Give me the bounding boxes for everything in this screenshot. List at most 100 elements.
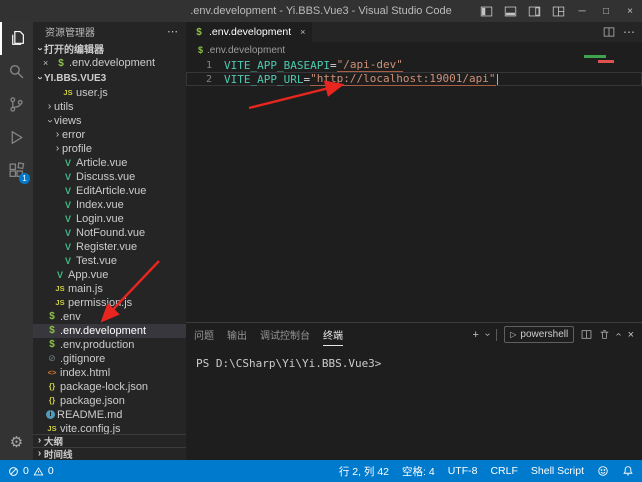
more-actions-icon[interactable]: ⋯ [620, 25, 638, 39]
split-terminal-icon[interactable] [581, 329, 592, 340]
run-debug-icon[interactable] [0, 121, 33, 154]
outline-section[interactable]: › 大纲 [33, 434, 186, 447]
tree-item-vite.config.js[interactable]: JSvite.config.js [33, 422, 186, 434]
tree-item-Register.vue[interactable]: VRegister.vue [33, 240, 186, 254]
maximize-panel-icon[interactable]: › [613, 333, 624, 336]
breadcrumb[interactable]: $ .env.development [186, 42, 642, 58]
tree-item-.env[interactable]: $.env [33, 310, 186, 324]
split-editor-icon[interactable] [600, 26, 618, 38]
overview-ruler-mark-green [584, 55, 606, 58]
kill-terminal-icon[interactable] [599, 329, 610, 340]
powershell-icon: ▷ [510, 330, 516, 339]
tree-item-error[interactable]: ›error [33, 128, 186, 142]
customize-layout-icon[interactable] [546, 0, 570, 22]
tree-item-.env.production[interactable]: $.env.production [33, 338, 186, 352]
tree-item-utils[interactable]: ›utils [33, 100, 186, 114]
shell-file-icon: $ [55, 58, 67, 69]
tree-item-Login.vue[interactable]: VLogin.vue [33, 212, 186, 226]
tree-item-user.js[interactable]: JSuser.js [33, 86, 186, 100]
tree-item-Discuss.vue[interactable]: VDiscuss.vue [33, 170, 186, 184]
tab-output[interactable]: 输出 [227, 323, 247, 346]
tree-item-profile[interactable]: ›profile [33, 142, 186, 156]
encoding[interactable]: UTF-8 [448, 465, 478, 477]
chevron-right-icon: › [35, 436, 44, 446]
problems-status[interactable]: 0 0 [8, 465, 54, 477]
file-label: Login.vue [76, 213, 124, 225]
search-icon[interactable] [0, 55, 33, 88]
chevron-down-icon: › [35, 74, 45, 83]
open-editor-label: .env.development [69, 57, 155, 69]
tree-item-EditArticle.vue[interactable]: VEditArticle.vue [33, 184, 186, 198]
toggle-sidebar-icon[interactable] [474, 0, 498, 22]
project-root-section[interactable]: › YI.BBS.VUE3 [33, 71, 186, 86]
minimize-button[interactable]: ─ [570, 0, 594, 22]
tree-item-package-lock.json[interactable]: {}package-lock.json [33, 380, 186, 394]
tree-item-permission.js[interactable]: JSpermission.js [33, 296, 186, 310]
timeline-section[interactable]: › 时间线 [33, 447, 186, 460]
open-editors-label: 打开的编辑器 [44, 41, 104, 56]
close-tab-icon[interactable]: × [300, 27, 305, 37]
chevron-down-icon[interactable]: › [482, 333, 493, 336]
breadcrumb-file[interactable]: .env.development [207, 45, 285, 56]
file-label: profile [62, 143, 92, 155]
feedback-smiley-icon[interactable] [597, 465, 609, 477]
vue-file-icon: V [62, 158, 74, 168]
open-editors-section[interactable]: › 打开的编辑器 [33, 42, 186, 56]
extensions-badge: 1 [19, 173, 30, 184]
toggle-panel-icon[interactable] [498, 0, 522, 22]
cursor-position[interactable]: 行 2, 列 42 [339, 464, 389, 479]
new-terminal-icon[interactable]: + [472, 329, 478, 341]
activity-bar: 1 ⚙ [0, 22, 33, 460]
tree-item-Article.vue[interactable]: VArticle.vue [33, 156, 186, 170]
explorer-icon[interactable] [0, 22, 33, 55]
notifications-bell-icon[interactable] [622, 465, 634, 477]
tree-item-NotFound.vue[interactable]: VNotFound.vue [33, 226, 186, 240]
tree-item-Test.vue[interactable]: VTest.vue [33, 254, 186, 268]
vue-file-icon: V [62, 228, 74, 238]
source-control-icon[interactable] [0, 88, 33, 121]
close-editor-icon[interactable]: × [43, 58, 55, 68]
chevron-right-icon: › [35, 449, 44, 459]
toggle-secondary-sidebar-icon[interactable] [522, 0, 546, 22]
maximize-button[interactable]: □ [594, 0, 618, 22]
env-value: "/api-dev" [337, 58, 403, 72]
tree-item-index.html[interactable]: <>index.html [33, 366, 186, 380]
vue-file-icon: V [62, 214, 74, 224]
code-line-2: 2 VITE_APP_URL = "http://localhost:19001… [186, 72, 642, 86]
file-label: .env [60, 311, 81, 323]
eol-sequence[interactable]: CRLF [490, 465, 517, 477]
tree-item-App.vue[interactable]: VApp.vue [33, 268, 186, 282]
tree-item-package.json[interactable]: {}package.json [33, 394, 186, 408]
tree-item-main.js[interactable]: JSmain.js [33, 282, 186, 296]
tab-terminal[interactable]: 终端 [323, 323, 343, 346]
tree-item-README.md[interactable]: iREADME.md [33, 408, 186, 422]
close-panel-icon[interactable]: × [628, 329, 634, 341]
shell-file-icon: $ [46, 339, 58, 350]
chevron-right-icon: › [45, 102, 54, 112]
tree-item-views[interactable]: ›views [33, 114, 186, 128]
file-tree: JSuser.js›utils›views›error›profileVArti… [33, 86, 186, 434]
tree-item-Index.vue[interactable]: VIndex.vue [33, 198, 186, 212]
js-file-icon: JS [46, 424, 58, 433]
language-mode[interactable]: Shell Script [531, 465, 584, 477]
settings-gear-icon[interactable]: ⚙ [0, 425, 33, 458]
error-icon [8, 466, 19, 477]
shell-selector[interactable]: ▷ powershell [504, 326, 574, 343]
tab-env-development[interactable]: $ .env.development × [186, 22, 312, 42]
error-count: 0 [23, 465, 29, 477]
extensions-icon[interactable]: 1 [0, 154, 33, 187]
close-window-button[interactable]: × [618, 0, 642, 22]
tab-debug-console[interactable]: 调试控制台 [260, 323, 310, 346]
indentation[interactable]: 空格: 4 [402, 464, 435, 479]
overview-ruler-mark-red [598, 60, 614, 63]
tab-label: .env.development [209, 26, 291, 38]
file-label: utils [54, 101, 74, 113]
code-editor[interactable]: 1 VITE_APP_BASEAPI = "/api-dev" 2 VITE_A… [186, 58, 642, 322]
file-label: user.js [76, 87, 108, 99]
terminal-content[interactable]: PS D:\CSharp\Yi\Yi.BBS.Vue3> [186, 346, 642, 370]
tab-problems[interactable]: 问题 [194, 323, 214, 346]
more-actions-icon[interactable]: ⋯ [167, 25, 178, 38]
tree-item-.env.development[interactable]: $.env.development [33, 324, 186, 338]
tree-item-.gitignore[interactable]: ⊘.gitignore [33, 352, 186, 366]
open-editor-item[interactable]: × $ .env.development [33, 56, 186, 71]
